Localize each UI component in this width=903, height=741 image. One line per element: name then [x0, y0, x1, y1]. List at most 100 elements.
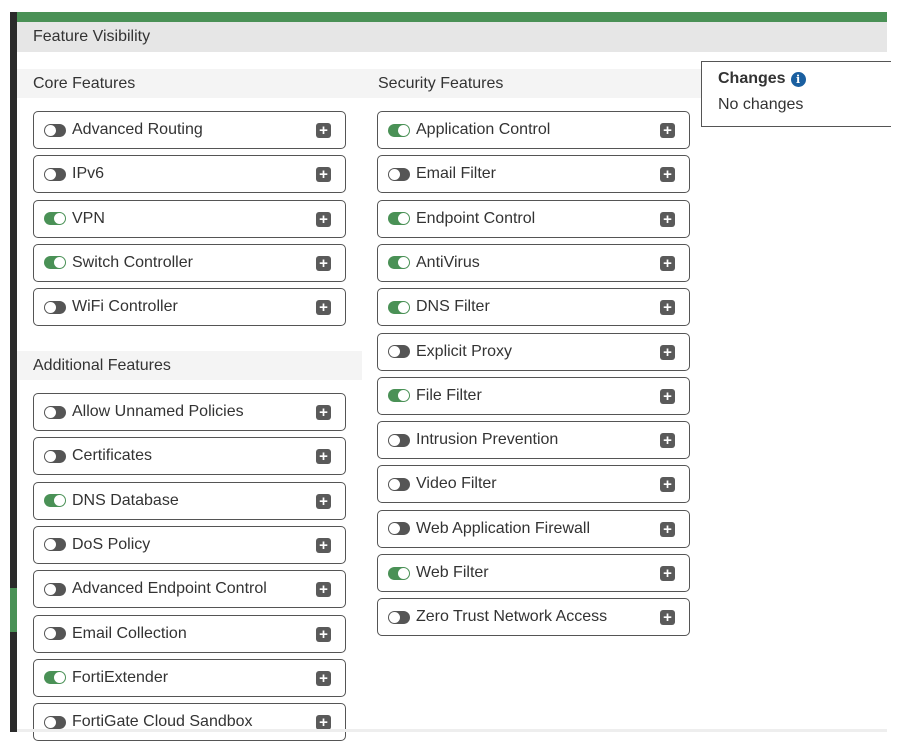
feature-card-email-collection: Email Collection +	[33, 614, 346, 653]
changes-panel: Changes i No changes	[701, 61, 891, 127]
feature-label: Application Control	[416, 121, 551, 138]
feature-label: DNS Database	[72, 491, 179, 509]
feature-toggle[interactable]	[44, 300, 66, 314]
feature-toggle[interactable]	[388, 167, 410, 181]
feature-label: Web Application Firewall	[416, 519, 591, 537]
feature-toggle[interactable]	[388, 610, 410, 624]
expand-plus-icon[interactable]: +	[660, 167, 675, 183]
feature-label: DNS Filter	[416, 298, 490, 316]
expand-plus-icon[interactable]: +	[316, 715, 331, 731]
feature-toggle[interactable]	[388, 477, 410, 491]
additional-features-heading: Additional Features	[17, 351, 362, 380]
changes-title: Changes	[718, 70, 786, 87]
feature-card-application-control: Application Control +	[377, 111, 690, 149]
expand-plus-icon[interactable]: +	[660, 610, 675, 626]
feature-label: Endpoint Control	[416, 209, 536, 227]
feature-card-web-application-firewall: Web Application Firewall +	[377, 509, 690, 548]
expand-plus-icon[interactable]: +	[316, 167, 331, 183]
feature-toggle[interactable]	[44, 167, 66, 181]
expand-plus-icon[interactable]: +	[316, 626, 331, 642]
expand-plus-icon[interactable]: +	[660, 566, 675, 581]
expand-plus-icon[interactable]: +	[660, 388, 675, 404]
feature-toggle[interactable]	[44, 123, 66, 137]
feature-card-switch-controller: Switch Controller +	[33, 243, 346, 282]
feature-label: Switch Controller	[72, 253, 193, 271]
feature-label: Advanced Routing	[72, 121, 203, 138]
feature-toggle[interactable]	[44, 449, 66, 463]
feature-toggle[interactable]	[388, 566, 410, 580]
feature-label: Explicit Proxy	[416, 342, 513, 360]
feature-toggle[interactable]	[44, 494, 66, 508]
feature-toggle[interactable]	[388, 212, 410, 226]
feature-card-ipv6: IPv6 +	[33, 155, 346, 194]
feature-toggle[interactable]	[388, 256, 410, 270]
expand-plus-icon[interactable]: +	[316, 582, 331, 598]
feature-label: Web Filter	[416, 564, 489, 581]
page-title: Feature Visibility	[17, 22, 887, 52]
top-bar	[17, 12, 887, 22]
feature-toggle[interactable]	[44, 256, 66, 270]
core-features-heading: Core Features	[17, 69, 362, 98]
feature-label: Zero Trust Network Access	[416, 608, 608, 626]
feature-card-allow-unnamed-policies: Allow Unnamed Policies +	[33, 393, 346, 431]
expand-plus-icon[interactable]: +	[660, 344, 675, 360]
feature-label: IPv6	[72, 165, 105, 183]
expand-plus-icon[interactable]: +	[316, 537, 331, 553]
changes-status: No changes	[718, 96, 804, 113]
expand-plus-icon[interactable]: +	[660, 211, 675, 227]
expand-plus-icon[interactable]: +	[660, 123, 675, 138]
feature-toggle[interactable]	[44, 671, 66, 685]
feature-label: Allow Unnamed Policies	[72, 403, 244, 420]
feature-label: FortiExtender	[72, 668, 169, 686]
feature-toggle[interactable]	[44, 405, 66, 419]
feature-toggle[interactable]	[44, 582, 66, 596]
feature-label: AntiVirus	[416, 253, 480, 271]
feature-label: Video Filter	[416, 475, 497, 493]
feature-toggle[interactable]	[388, 123, 410, 137]
expand-plus-icon[interactable]: +	[660, 255, 675, 271]
feature-card-advanced-routing: Advanced Routing +	[33, 111, 346, 149]
feature-card-certificates: Certificates +	[33, 437, 346, 476]
feature-card-email-filter: Email Filter +	[377, 155, 690, 194]
feature-toggle[interactable]	[44, 212, 66, 226]
feature-card-fortigate-cloud-sandbox: FortiGate Cloud Sandbox +	[33, 703, 346, 741]
feature-label: Certificates	[72, 447, 153, 465]
expand-plus-icon[interactable]: +	[660, 300, 675, 316]
feature-toggle[interactable]	[44, 715, 66, 729]
feature-card-fortiextender: FortiExtender +	[33, 658, 346, 697]
feature-label: Email Collection	[72, 624, 187, 642]
feature-card-wifi-controller: WiFi Controller +	[33, 288, 346, 327]
feature-card-vpn: VPN +	[33, 199, 346, 238]
expand-plus-icon[interactable]: +	[660, 521, 675, 537]
feature-card-dns-filter: DNS Filter +	[377, 288, 690, 327]
expand-plus-icon[interactable]: +	[316, 123, 331, 138]
security-features-heading: Security Features	[362, 69, 701, 98]
feature-toggle[interactable]	[388, 345, 410, 358]
feature-card-advanced-endpoint-control: Advanced Endpoint Control +	[33, 570, 346, 609]
expand-plus-icon[interactable]: +	[316, 211, 331, 227]
feature-label: DoS Policy	[72, 535, 151, 553]
feature-toggle[interactable]	[388, 522, 410, 536]
feature-toggle[interactable]	[44, 538, 66, 552]
feature-toggle[interactable]	[388, 433, 410, 447]
expand-plus-icon[interactable]: +	[316, 493, 331, 509]
feature-toggle[interactable]	[44, 627, 66, 640]
feature-card-zero-trust-network-access: Zero Trust Network Access +	[377, 598, 690, 637]
expand-plus-icon[interactable]: +	[316, 670, 331, 686]
feature-card-endpoint-control: Endpoint Control +	[377, 199, 690, 238]
feature-card-antivirus: AntiVirus +	[377, 243, 690, 282]
expand-plus-icon[interactable]: +	[316, 449, 331, 465]
feature-toggle[interactable]	[388, 300, 410, 314]
feature-label: Advanced Endpoint Control	[72, 580, 267, 598]
feature-toggle[interactable]	[388, 389, 410, 403]
expand-plus-icon[interactable]: +	[316, 255, 331, 271]
feature-card-web-filter: Web Filter +	[377, 554, 690, 592]
expand-plus-icon[interactable]: +	[316, 300, 331, 316]
feature-label: File Filter	[416, 386, 482, 404]
expand-plus-icon[interactable]: +	[316, 405, 331, 420]
info-icon[interactable]: i	[790, 71, 806, 87]
feature-label: Intrusion Prevention	[416, 431, 559, 449]
left-sidebar-edge	[10, 12, 17, 732]
expand-plus-icon[interactable]: +	[660, 477, 675, 493]
expand-plus-icon[interactable]: +	[660, 433, 675, 449]
